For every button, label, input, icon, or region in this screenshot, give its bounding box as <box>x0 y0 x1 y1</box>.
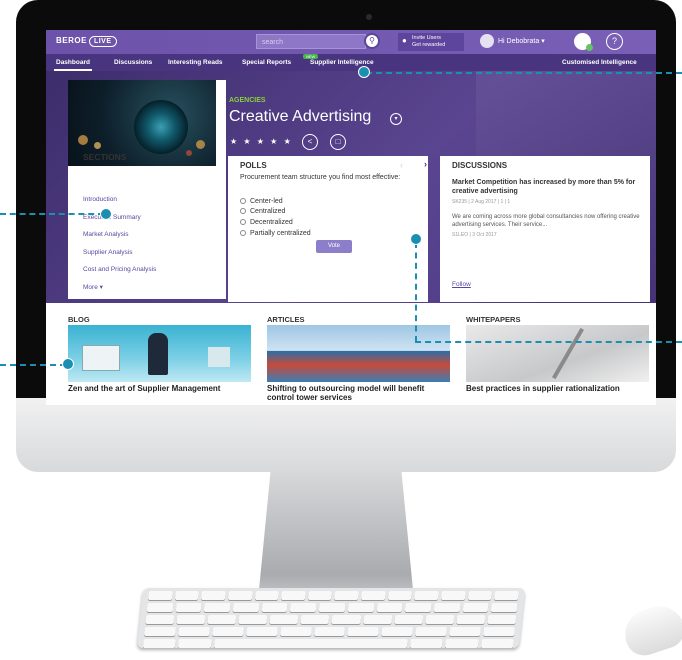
avatar[interactable] <box>480 34 494 48</box>
callout-line <box>415 341 682 343</box>
main-nav: Dashboard Discussions Interesting Reads … <box>46 54 656 71</box>
notification-icon[interactable] <box>574 33 593 51</box>
category-label: AGENCIES <box>229 97 266 104</box>
articles-caption[interactable]: Shifting to outsourcing model will benef… <box>267 384 453 402</box>
section-supplier-analysis[interactable]: Supplier Analysis <box>83 249 133 256</box>
callout-marker <box>410 233 422 245</box>
invite-users-button[interactable]: ● Invite Users Get rewarded <box>398 33 464 51</box>
poll-question: Procurement team structure you find most… <box>240 174 401 181</box>
chevron-down-icon: ▾ <box>541 38 545 45</box>
callout-marker <box>100 208 112 220</box>
polls-title: POLLS <box>240 161 267 170</box>
search-input[interactable]: search <box>256 34 366 49</box>
nav-dashboard[interactable]: Dashboard <box>54 59 92 71</box>
whitepapers-title: WHITEPAPERS <box>466 315 521 324</box>
discussions-title: DISCUSSIONS <box>452 161 508 170</box>
poll-option[interactable]: Partially centralized <box>240 230 311 237</box>
callout-line <box>366 72 682 74</box>
sections-title: SECTIONS <box>83 152 127 162</box>
poll-option[interactable]: Centralized <box>240 208 285 215</box>
rating-stars[interactable]: ★ ★ ★ ★ ★ <box>230 137 293 146</box>
whitepapers-image[interactable] <box>466 325 649 382</box>
nav-interesting-reads[interactable]: Interesting Reads <box>168 59 223 66</box>
callout-marker <box>358 66 370 78</box>
callout-line <box>0 364 66 366</box>
callout-line <box>0 213 104 215</box>
top-bar: BEROE LIVE search ⚲ ● Invite Users Get re… <box>46 30 656 54</box>
share-icon[interactable]: < <box>302 134 318 150</box>
articles-image[interactable] <box>267 325 450 382</box>
user-icon: ● <box>402 36 407 45</box>
vote-button[interactable]: Vote <box>316 240 352 253</box>
blog-image[interactable] <box>68 325 251 382</box>
section-cost-pricing[interactable]: Cost and Pricing Analysis <box>83 266 156 273</box>
keyboard <box>136 588 526 648</box>
discussion-body: We are coming across more global consult… <box>452 214 640 228</box>
articles-title: ARTICLES <box>267 315 305 324</box>
monitor-chin <box>16 398 676 472</box>
nav-customised-intelligence[interactable]: Customised Intelligence <box>562 59 637 66</box>
nav-special-reports[interactable]: Special Reports <box>242 59 291 66</box>
section-introduction[interactable]: Introduction <box>83 196 117 203</box>
nav-supplier-intelligence[interactable]: Supplier Intelligence <box>310 59 374 66</box>
callout-line <box>415 242 417 342</box>
poll-option[interactable]: Center-led <box>240 198 283 205</box>
nav-discussions[interactable]: Discussions <box>114 59 152 66</box>
discussion-headline[interactable]: Market Competition has increased by more… <box>452 178 642 196</box>
help-icon[interactable]: ? <box>606 33 623 50</box>
blog-caption[interactable]: Zen and the art of Supplier Management <box>68 384 254 393</box>
save-icon[interactable]: □ <box>330 134 346 150</box>
whitepapers-caption[interactable]: Best practices in supplier rationalizati… <box>466 384 652 393</box>
polls-next-icon[interactable]: › <box>424 159 427 169</box>
discussion-meta: S1LEO | 3 Oct 2017 <box>452 232 497 238</box>
discussion-meta: SK235 | 2 Aug 2017 | 1 | 1 <box>452 199 511 205</box>
chevron-down-icon[interactable]: ▾ <box>390 113 402 125</box>
callout-marker <box>62 358 74 370</box>
section-market-analysis[interactable]: Market Analysis <box>83 231 129 238</box>
user-menu[interactable]: Hi Debobrata ▾ <box>498 37 545 45</box>
blog-title: BLOG <box>68 315 90 324</box>
page-title: Creative Advertising <box>229 108 372 125</box>
search-icon[interactable]: ⚲ <box>364 33 380 49</box>
section-more[interactable]: More ▾ <box>83 283 103 291</box>
camera-dot <box>366 14 372 20</box>
follow-link[interactable]: Follow <box>452 281 471 288</box>
mouse <box>618 599 682 660</box>
polls-prev-icon[interactable]: ‹ <box>400 160 403 170</box>
monitor-stand <box>258 472 414 600</box>
notification-badge <box>586 44 593 51</box>
beroe-logo[interactable]: BEROE LIVE <box>56 36 117 47</box>
poll-option[interactable]: Decentralized <box>240 219 293 226</box>
